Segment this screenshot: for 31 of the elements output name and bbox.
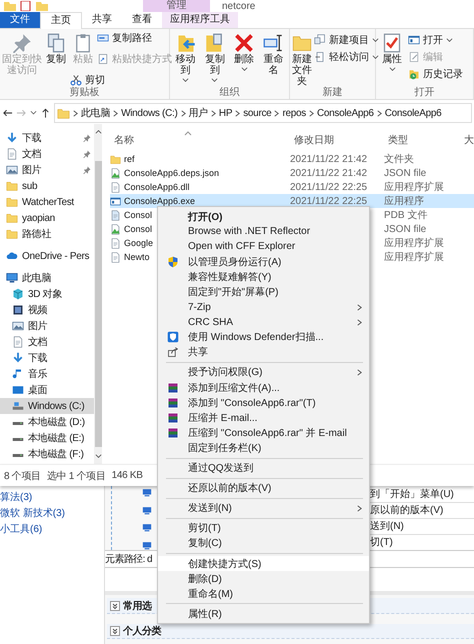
group-label: 新建 — [322, 87, 344, 99]
modified-date: 2021/11/22 22:25 — [290, 182, 368, 192]
file-type: 应用程序扩展 — [384, 180, 444, 194]
section-title: 常用选 — [123, 600, 152, 613]
modified-date: 2021/11/22 21:42 — [290, 154, 368, 164]
selection-count: 选中 1 个项目 — [46, 470, 106, 482]
file-name: ConsoleApp6.dll — [124, 182, 190, 192]
group-label: 打开 — [414, 87, 436, 99]
section-title: 个人分类 — [123, 624, 161, 638]
item-count: 8 个项目 — [4, 470, 41, 482]
file-name: ref — [124, 154, 135, 164]
file-name: Newto — [124, 252, 150, 262]
file-name: ConsoleApp6.exe — [124, 196, 196, 206]
file-name: Consol — [124, 224, 152, 234]
window-title: netcore — [222, 0, 256, 12]
modified-date: 2021/11/22 21:42 — [290, 168, 368, 178]
selection-size: 146 KB — [112, 470, 143, 481]
file-type: 应用程序扩展 — [384, 236, 444, 250]
modified-date: 2021/11/22 22:25 — [290, 196, 368, 206]
file-type: JSON file — [384, 224, 426, 234]
file-type: JSON file — [384, 168, 426, 178]
file-type: 应用程序 — [384, 194, 424, 208]
file-name: Google — [124, 238, 154, 248]
group-label: 组织 — [218, 87, 240, 99]
file-name: Consol — [124, 210, 152, 220]
file-name: ConsoleApp6.deps.json — [124, 168, 220, 178]
group-label: 剪贴板 — [68, 87, 100, 99]
context-tab-title: 管理 — [143, 0, 210, 12]
file-type: 文件夹 — [384, 152, 414, 166]
file-type: 应用程序扩展 — [384, 250, 444, 264]
file-type: PDB 文件 — [384, 208, 428, 222]
